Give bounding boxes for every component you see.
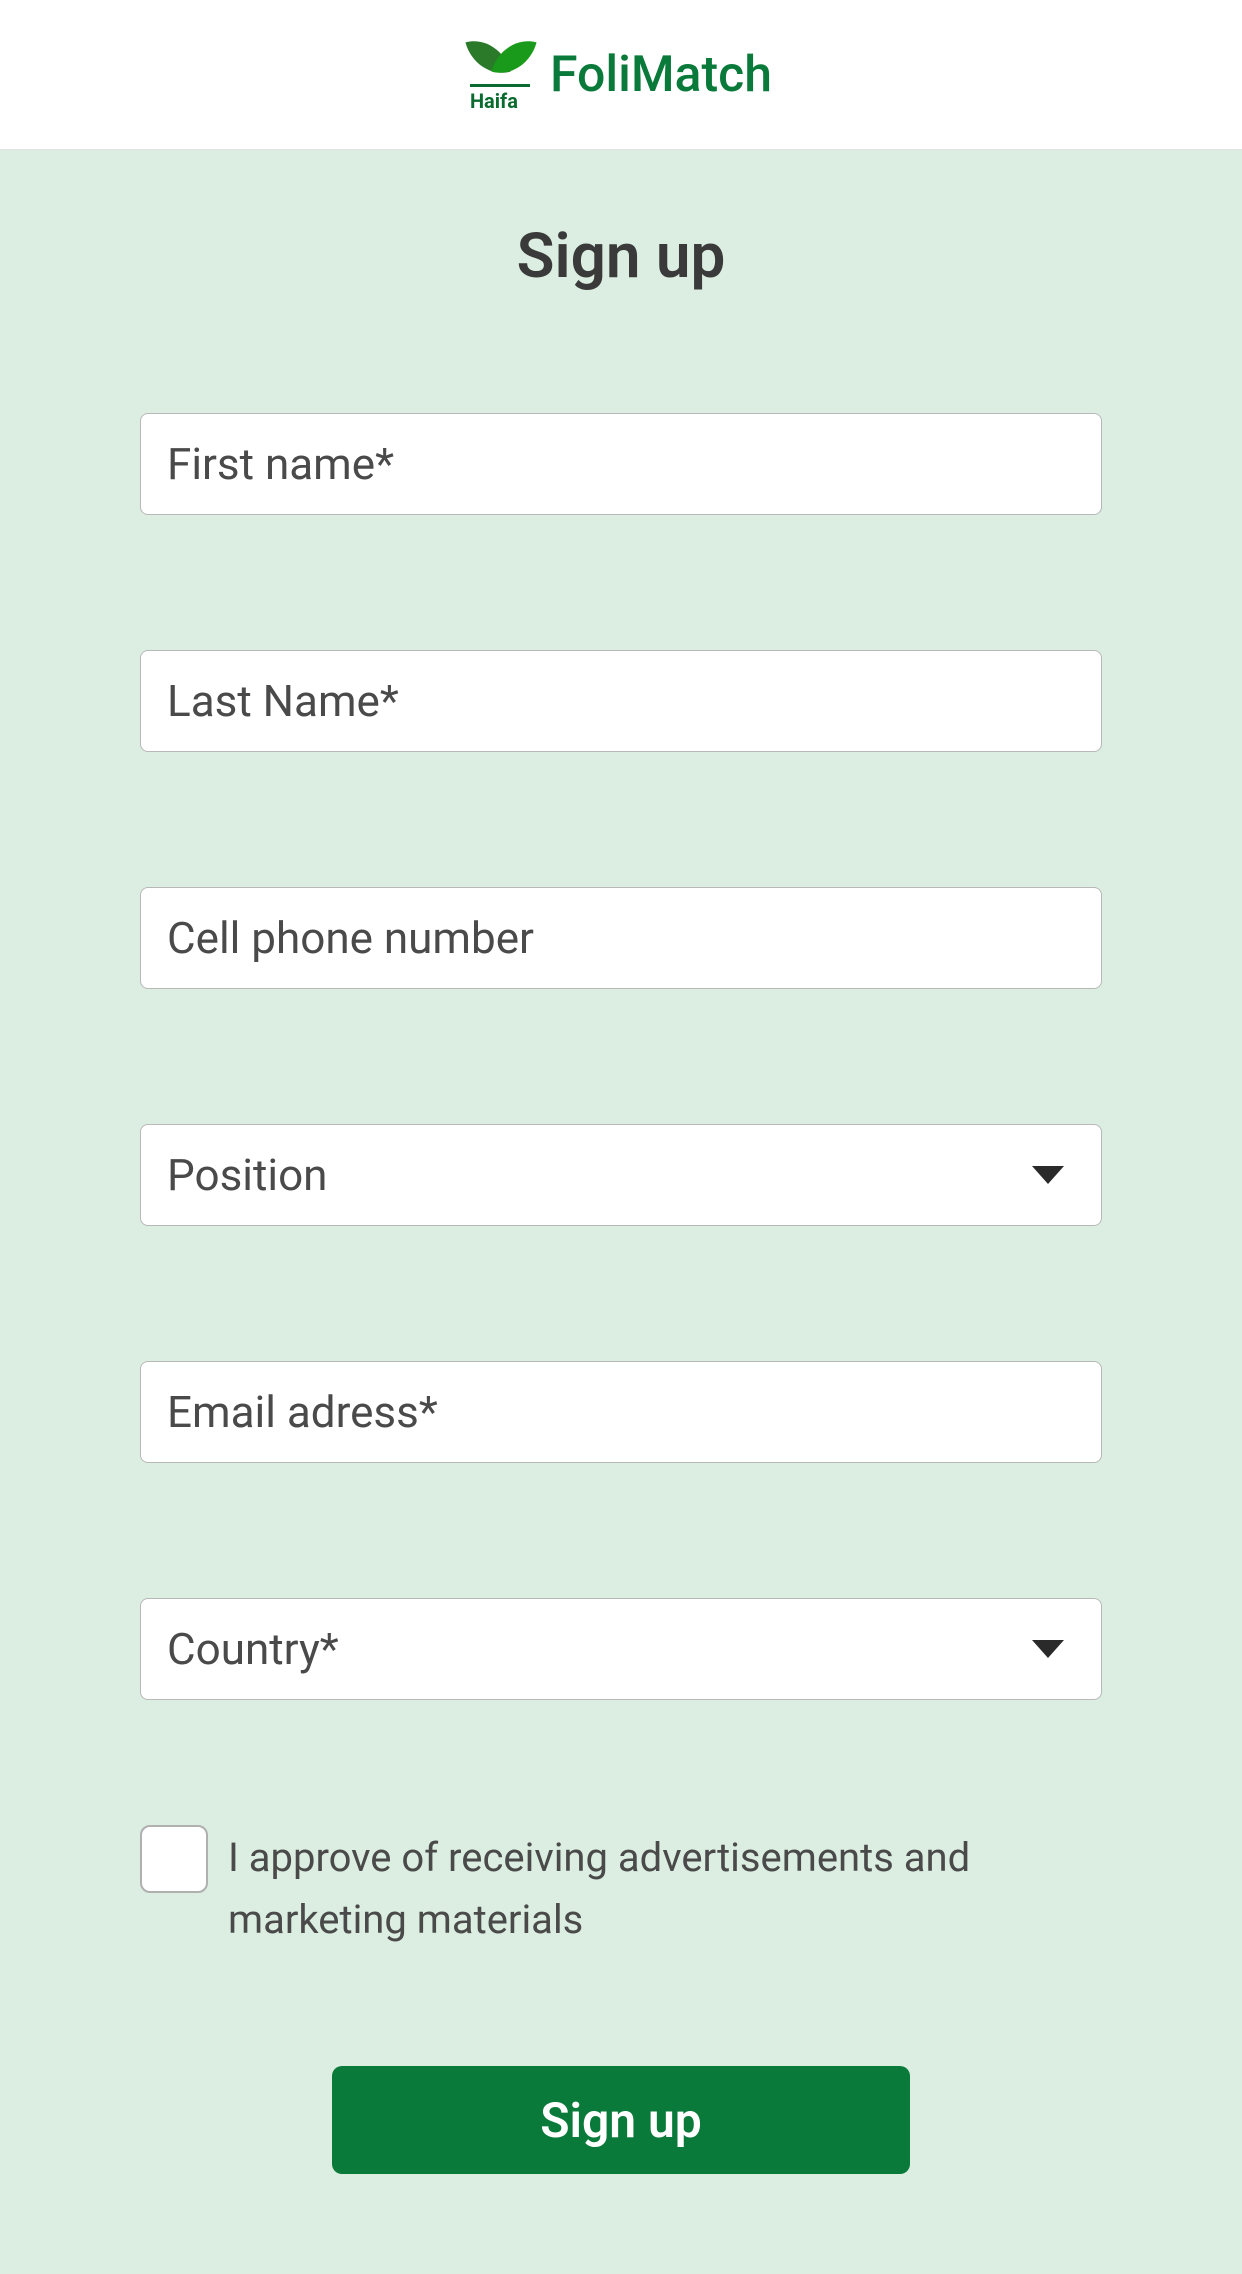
main-content: Sign up Position Country* I approve of r… [0, 150, 1242, 2274]
position-select[interactable]: Position [140, 1124, 1102, 1226]
position-selected-label: Position [167, 1149, 327, 1201]
brand-sub-label: Haifa [470, 89, 518, 113]
consent-label: I approve of receiving advertisements an… [228, 1825, 1102, 1951]
logo: Haifa FoliMatch [470, 37, 772, 113]
last-name-input[interactable] [140, 650, 1102, 752]
email-input[interactable] [140, 1361, 1102, 1463]
caret-down-icon [1032, 1640, 1064, 1658]
app-header: Haifa FoliMatch [0, 0, 1242, 150]
haifa-leaf-logo-icon: Haifa [470, 37, 538, 113]
cell-phone-input[interactable] [140, 887, 1102, 989]
first-name-input[interactable] [140, 413, 1102, 515]
country-selected-label: Country* [167, 1623, 339, 1675]
caret-down-icon [1032, 1166, 1064, 1184]
consent-checkbox[interactable] [140, 1825, 208, 1893]
country-select[interactable]: Country* [140, 1598, 1102, 1700]
page-title: Sign up [140, 220, 1102, 293]
signup-button[interactable]: Sign up [332, 2066, 910, 2174]
app-name-label: FoliMatch [550, 46, 772, 104]
